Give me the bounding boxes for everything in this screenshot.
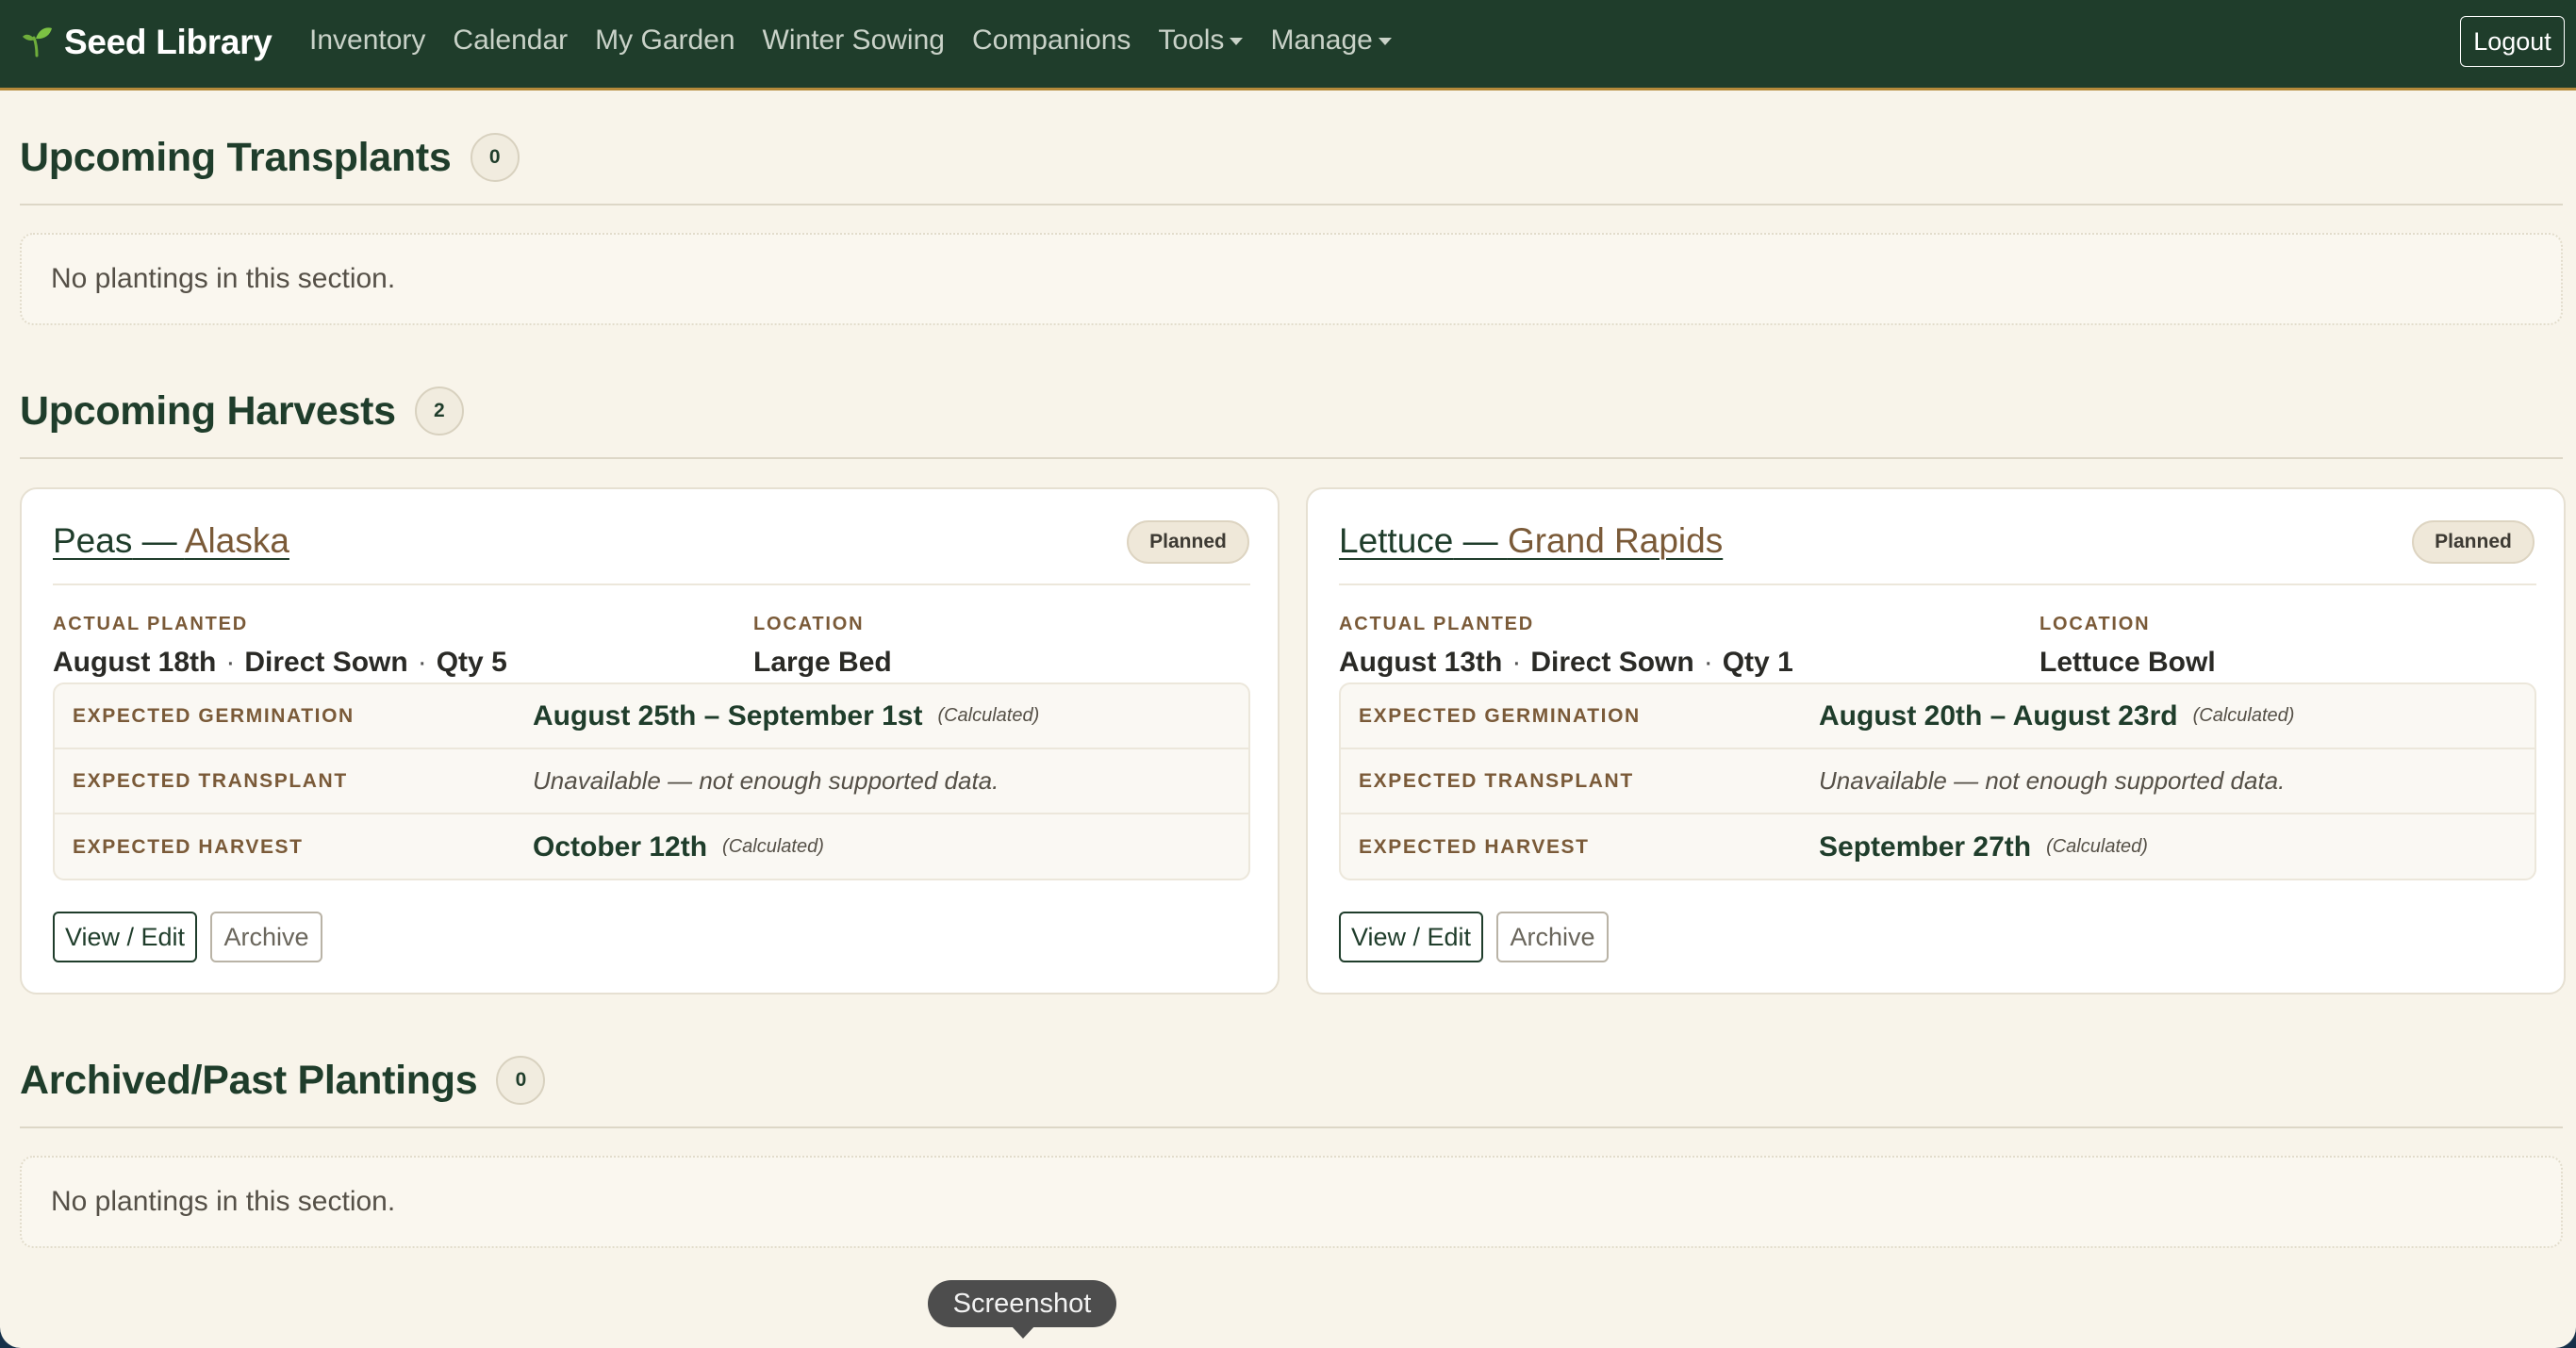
archive-button[interactable]: Archive xyxy=(210,912,322,962)
schedule-value: August 25th – September 1st (Calculated) xyxy=(533,684,1039,748)
nav-winter-sowing[interactable]: Winter Sowing xyxy=(763,25,945,57)
nav-inventory[interactable]: Inventory xyxy=(309,25,425,57)
schedule-row-transplant: EXPECTED TRANSPLANT Unavailable — not en… xyxy=(55,749,1248,814)
section-heading: Archived/Past Plantings xyxy=(20,1057,478,1103)
section-heading: Upcoming Harvests xyxy=(20,387,396,434)
schedule-row-harvest: EXPECTED HARVEST October 12th (Calculated… xyxy=(55,814,1248,879)
schedule-value: Unavailable — not enough supported data. xyxy=(533,766,999,795)
actual-planted-value: August 13th · Direct Sown · Qty 1 xyxy=(1339,647,1793,679)
section-title-transplants: Upcoming Transplants 0 xyxy=(20,133,520,182)
actual-planted-label: ACTUAL PLANTED xyxy=(53,614,249,634)
location-label: LOCATION xyxy=(2039,614,2151,634)
section-divider xyxy=(20,204,2563,205)
planting-card: Lettuce — Grand Rapids Planned ACTUAL PL… xyxy=(1306,487,2566,995)
empty-state: No plantings in this section. xyxy=(20,1156,2563,1248)
nav-manage-label: Manage xyxy=(1270,25,1373,56)
empty-state: No plantings in this section. xyxy=(20,233,2563,325)
top-navbar: Seed Library Inventory Calendar My Garde… xyxy=(0,0,2576,90)
variety-name: Grand Rapids xyxy=(1507,521,1724,560)
view-edit-button[interactable]: View / Edit xyxy=(1339,912,1483,962)
planting-card: Peas — Alaska Planned ACTUAL PLANTED Aug… xyxy=(20,487,1280,995)
title-separator: — xyxy=(1453,521,1508,560)
nav-manage-dropdown[interactable]: Manage xyxy=(1270,25,1392,57)
schedule-table: EXPECTED GERMINATION August 25th – Septe… xyxy=(53,682,1250,880)
schedule-label: EXPECTED TRANSPLANT xyxy=(1359,769,1634,792)
view-edit-button[interactable]: View / Edit xyxy=(53,912,197,962)
caret-down-icon xyxy=(1378,38,1392,45)
schedule-row-transplant: EXPECTED TRANSPLANT Unavailable — not en… xyxy=(1341,749,2535,814)
status-badge: Planned xyxy=(2412,520,2535,564)
schedule-value: October 12th (Calculated) xyxy=(533,814,824,879)
nav-links: Inventory Calendar My Garden Winter Sowi… xyxy=(309,25,1419,57)
card-divider xyxy=(1339,584,2536,585)
harvest-date: September 27th xyxy=(1819,830,2032,863)
location-label: LOCATION xyxy=(753,614,865,634)
calculated-note: (Calculated) xyxy=(2046,836,2148,857)
calculated-note: (Calculated) xyxy=(937,705,1040,726)
germination-range: August 25th – September 1st xyxy=(533,699,923,732)
schedule-value: Unavailable — not enough supported data. xyxy=(1819,766,2286,795)
sowing-method: Direct Sown xyxy=(244,647,408,678)
section-title-harvests: Upcoming Harvests 2 xyxy=(20,386,464,436)
calculated-note: (Calculated) xyxy=(2192,705,2295,726)
schedule-label: EXPECTED HARVEST xyxy=(73,835,304,858)
tooltip-pointer xyxy=(1011,1325,1035,1339)
sowing-method: Direct Sown xyxy=(1530,647,1694,678)
actual-planted-value: August 18th · Direct Sown · Qty 5 xyxy=(53,647,507,679)
schedule-row-germination: EXPECTED GERMINATION August 25th – Septe… xyxy=(55,684,1248,749)
status-badge: Planned xyxy=(1127,520,1249,564)
quantity: Qty 1 xyxy=(1722,647,1793,678)
app-window: Seed Library Inventory Calendar My Garde… xyxy=(0,0,2576,1348)
section-title-archived: Archived/Past Plantings 0 xyxy=(20,1056,546,1105)
count-badge: 2 xyxy=(414,386,464,436)
planting-title-link[interactable]: Peas — Alaska xyxy=(53,521,289,561)
variety-name: Alaska xyxy=(184,521,289,560)
planted-date: August 18th xyxy=(53,647,217,678)
schedule-row-harvest: EXPECTED HARVEST September 27th (Calculat… xyxy=(1341,814,2535,879)
calculated-note: (Calculated) xyxy=(722,836,824,857)
nav-companions[interactable]: Companions xyxy=(972,25,1131,57)
harvest-date: October 12th xyxy=(533,830,708,863)
caret-down-icon xyxy=(1230,38,1244,45)
nav-calendar[interactable]: Calendar xyxy=(453,25,568,57)
logout-button[interactable]: Logout xyxy=(2460,16,2565,67)
dot-separator: · xyxy=(1511,647,1522,678)
brand-title: Seed Library xyxy=(64,23,272,61)
schedule-value: September 27th (Calculated) xyxy=(1819,814,2148,879)
location-value: Lettuce Bowl xyxy=(2039,647,2216,678)
schedule-label: EXPECTED TRANSPLANT xyxy=(73,769,348,792)
schedule-row-germination: EXPECTED GERMINATION August 20th – Augus… xyxy=(1341,684,2535,749)
section-divider xyxy=(20,457,2563,459)
card-divider xyxy=(53,584,1250,585)
nav-my-garden[interactable]: My Garden xyxy=(595,25,735,57)
schedule-label: EXPECTED GERMINATION xyxy=(73,704,355,727)
sprout-icon xyxy=(21,24,64,62)
crop-name: Peas xyxy=(53,521,133,560)
archive-button[interactable]: Archive xyxy=(1496,912,1609,962)
title-separator: — xyxy=(132,521,185,560)
location-value: Large Bed xyxy=(753,647,892,678)
count-badge: 0 xyxy=(470,133,520,182)
schedule-value: August 20th – August 23rd (Calculated) xyxy=(1819,684,2294,748)
nav-tools-label: Tools xyxy=(1158,25,1225,56)
dot-separator: · xyxy=(1703,647,1713,678)
schedule-label: EXPECTED GERMINATION xyxy=(1359,704,1641,727)
planted-date: August 13th xyxy=(1339,647,1503,678)
germination-range: August 20th – August 23rd xyxy=(1819,699,2178,732)
screenshot-tooltip: Screenshot xyxy=(928,1280,1116,1327)
section-divider xyxy=(20,1126,2563,1128)
dot-separator: · xyxy=(417,647,427,678)
quantity: Qty 5 xyxy=(436,647,507,678)
section-heading: Upcoming Transplants xyxy=(20,134,452,180)
dot-separator: · xyxy=(225,647,236,678)
actual-planted-label: ACTUAL PLANTED xyxy=(1339,614,1535,634)
crop-name: Lettuce xyxy=(1339,521,1454,560)
brand-link[interactable]: Seed Library xyxy=(21,23,272,62)
nav-tools-dropdown[interactable]: Tools xyxy=(1158,25,1244,57)
schedule-table: EXPECTED GERMINATION August 20th – Augus… xyxy=(1339,682,2536,880)
schedule-label: EXPECTED HARVEST xyxy=(1359,835,1590,858)
planting-title-link[interactable]: Lettuce — Grand Rapids xyxy=(1339,521,1723,561)
count-badge: 0 xyxy=(496,1056,546,1105)
